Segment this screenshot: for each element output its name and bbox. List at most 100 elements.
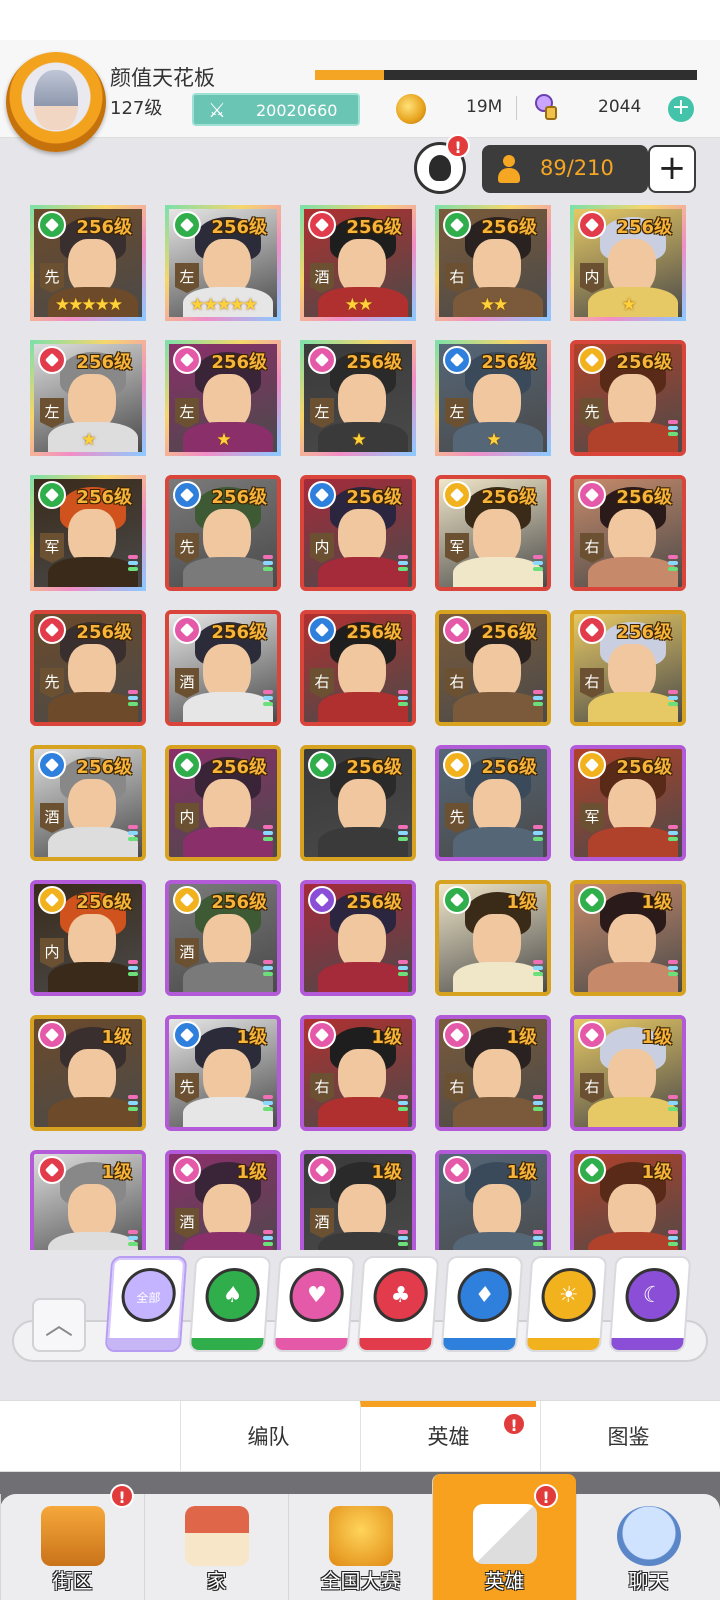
hero-card[interactable]: 256级右	[435, 610, 551, 726]
hero-card[interactable]: 256级左 ★★★★★	[165, 205, 281, 321]
hero-card[interactable]: 256级酒 ★★	[300, 205, 416, 321]
hero-level: 256级	[211, 622, 267, 643]
spade-element-icon	[578, 1156, 606, 1184]
hero-skill-bars	[668, 1095, 678, 1117]
advisor-alert-badge: !	[446, 134, 470, 158]
filter-tab-diamond[interactable]: ♦	[440, 1256, 524, 1352]
hero-card[interactable]: 256级先 ★★★★★	[30, 205, 146, 321]
sun-element-icon	[578, 346, 606, 374]
experience-fill	[315, 70, 384, 80]
player-avatar[interactable]	[6, 52, 106, 152]
hero-level: 1级	[101, 1027, 132, 1048]
hero-card[interactable]: 1级	[30, 1015, 146, 1131]
hero-card[interactable]: 256级先	[570, 340, 686, 456]
filter-tab-all[interactable]: 全部	[104, 1256, 188, 1352]
heart-element-icon	[443, 1021, 471, 1049]
hero-level: 256级	[616, 217, 672, 238]
hero-card[interactable]: 256级内	[165, 745, 281, 861]
hero-card[interactable]: 256级内 ★	[570, 205, 686, 321]
hero-skill-bars	[263, 1095, 273, 1117]
hero-card[interactable]: 256级先	[165, 475, 281, 591]
hero-card[interactable]: 256级右	[300, 610, 416, 726]
hero-card[interactable]: 256级先	[30, 610, 146, 726]
hero-card[interactable]: 256级军	[435, 475, 551, 591]
hero-card[interactable]: 256级酒	[165, 610, 281, 726]
filter-tab-moon[interactable]: ☾	[608, 1256, 692, 1352]
heart-element-icon	[308, 1021, 336, 1049]
hero-card[interactable]: 1级酒	[165, 1150, 281, 1250]
hero-level: 256级	[346, 487, 402, 508]
hero-card[interactable]: 256级	[300, 880, 416, 996]
chat-bubble-icon	[617, 1506, 681, 1566]
hero-position-tag: 内	[310, 533, 334, 563]
heart-element-icon	[578, 1021, 606, 1049]
filter-tab-heart[interactable]: ♥	[272, 1256, 356, 1352]
hero-level: 1级	[371, 1027, 402, 1048]
hero-card[interactable]: 256级内	[30, 880, 146, 996]
hero-card[interactable]: 1级酒	[300, 1150, 416, 1250]
filter-color-stripe	[190, 1338, 264, 1350]
hero-card[interactable]: 1级	[570, 1150, 686, 1250]
hero-card[interactable]: 1级	[435, 880, 551, 996]
filter-color-stripe	[526, 1338, 600, 1350]
hero-level: 1级	[236, 1162, 267, 1183]
hero-card[interactable]: 1级右	[570, 1015, 686, 1131]
heart-element-icon	[38, 1021, 66, 1049]
expand-capacity-button[interactable]: +	[648, 145, 696, 193]
hero-card[interactable]: 256级先	[435, 745, 551, 861]
hero-card[interactable]: 1级右	[300, 1015, 416, 1131]
heart-element-icon	[173, 1156, 201, 1184]
nav-chat[interactable]: 聊天	[576, 1494, 720, 1600]
hero-position-tag: 左	[445, 398, 469, 428]
hero-card[interactable]: 256级军	[30, 475, 146, 591]
hero-position-tag: 左	[310, 398, 334, 428]
hero-card[interactable]: 256级酒	[165, 880, 281, 996]
hero-card[interactable]: 1级	[30, 1150, 146, 1250]
hero-card[interactable]: 256级左 ★	[30, 340, 146, 456]
spade-element-icon	[443, 211, 471, 239]
scroll-top-button[interactable]: ︿	[32, 1298, 86, 1352]
nav-home[interactable]: 家	[144, 1494, 288, 1600]
hero-card[interactable]: 256级右	[570, 610, 686, 726]
hero-card[interactable]: 256级	[300, 745, 416, 861]
club-element-icon	[578, 211, 606, 239]
hero-card[interactable]: 256级右	[570, 475, 686, 591]
hero-card[interactable]: 256级左 ★	[165, 340, 281, 456]
hero-card[interactable]: 256级左 ★	[300, 340, 416, 456]
hero-card[interactable]: 256级左 ★	[435, 340, 551, 456]
hero-level: 256级	[616, 622, 672, 643]
filter-color-stripe	[442, 1338, 516, 1350]
combat-power-badge: ⚔ 20020660	[192, 93, 360, 126]
spade-element-icon	[308, 751, 336, 779]
hero-card[interactable]: 256级内	[300, 475, 416, 591]
tab-formation[interactable]: 编队	[180, 1401, 356, 1473]
nav-tournament[interactable]: 全国大赛	[288, 1494, 432, 1600]
hero-level: 256级	[76, 892, 132, 913]
filter-tab-spade[interactable]: ♠	[188, 1256, 272, 1352]
hero-card[interactable]: 256级军	[570, 745, 686, 861]
hero-skill-bars	[533, 960, 543, 982]
hero-card[interactable]: 1级先	[165, 1015, 281, 1131]
hero-level: 256级	[481, 217, 537, 238]
hero-card[interactable]: 256级酒	[30, 745, 146, 861]
hero-stars: ★★	[344, 295, 373, 315]
filter-symbol: ♠	[221, 1283, 244, 1308]
nav-street[interactable]: 街区	[0, 1494, 144, 1600]
spade-filter-icon: ♠	[203, 1268, 262, 1322]
filter-tab-sun[interactable]: ☀	[524, 1256, 608, 1352]
hero-skill-bars	[128, 690, 138, 712]
hero-position-tag: 军	[40, 533, 64, 563]
filter-tab-club[interactable]: ♣	[356, 1256, 440, 1352]
hero-card[interactable]: 1级右	[435, 1015, 551, 1131]
hero-stars: ★★★★★	[189, 295, 258, 315]
moon-element-icon	[308, 886, 336, 914]
hero-card[interactable]: 256级右 ★★	[435, 205, 551, 321]
spade-element-icon	[38, 211, 66, 239]
hero-card[interactable]: 1级	[570, 880, 686, 996]
add-gems-button[interactable]: +	[668, 96, 694, 122]
tab-codex[interactable]: 图鉴	[540, 1401, 716, 1473]
hero-position-tag: 右	[580, 668, 604, 698]
nav-home-label: 家	[206, 1569, 227, 1593]
hero-card[interactable]: 1级	[435, 1150, 551, 1250]
hero-level: 256级	[211, 487, 267, 508]
